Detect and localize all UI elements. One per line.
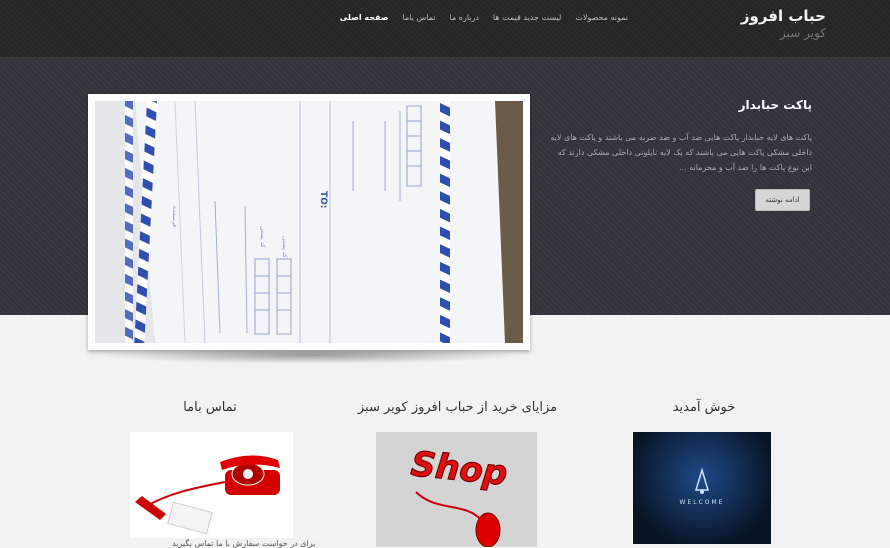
nav-item-price-list[interactable]: لیست جدید قیمت ها bbox=[493, 13, 561, 22]
main-nav: صفحه اصلی تماس باما درباره ما لیست جدید … bbox=[340, 13, 628, 22]
envelope-zip-label-1: کد پستی bbox=[259, 226, 266, 248]
nav-item-home[interactable]: صفحه اصلی bbox=[340, 13, 389, 22]
envelope-sender-label: فرستنده bbox=[171, 206, 178, 227]
shop-illustration: Shop bbox=[409, 444, 510, 547]
hero-body: پاکت های لایه حبابدار پاکت هایی ضد آب و … bbox=[550, 133, 812, 172]
site-title[interactable]: حباب افروز bbox=[741, 7, 826, 25]
nav-item-contact[interactable]: تماس باما bbox=[403, 13, 436, 22]
contact-heading: تماس باما bbox=[183, 400, 237, 415]
welcome-image[interactable]: WELCOME bbox=[633, 432, 771, 544]
welcome-heading: خوش آمدید bbox=[672, 400, 736, 415]
site-brand[interactable]: حباب افروز کویر سبز bbox=[741, 7, 826, 40]
welcome-image-text: WELCOME bbox=[680, 499, 725, 506]
contact-image[interactable] bbox=[130, 432, 293, 538]
shop-image[interactable]: Shop bbox=[376, 432, 537, 547]
hero-text: پاکت حبابدار پاکت های لایه حبابدار پاکت … bbox=[550, 98, 812, 175]
envelope-illustration: TO: فرستنده کد پستی کد پستی bbox=[95, 101, 523, 343]
read-more-button[interactable]: ادامه نوشته bbox=[755, 189, 810, 211]
envelope-zip-label-2: کد پستی bbox=[281, 236, 288, 258]
top-navbar: حباب افروز کویر سبز صفحه اصلی تماس باما … bbox=[0, 0, 890, 58]
hero-title[interactable]: پاکت حبابدار bbox=[550, 98, 812, 112]
nav-item-products[interactable]: نمونه محصولات bbox=[575, 13, 628, 22]
nav-item-about[interactable]: درباره ما bbox=[450, 13, 479, 22]
envelope-photo: TO: فرستنده کد پستی کد پستی bbox=[95, 101, 523, 343]
hero-image-frame[interactable]: TO: فرستنده کد پستی کد پستی bbox=[88, 94, 530, 350]
site-subtitle: کویر سبز bbox=[780, 26, 826, 40]
phone-illustration bbox=[135, 455, 280, 535]
envelope-to-label: TO: bbox=[318, 191, 328, 208]
advantages-heading: مزایای خرید از حباب افروز کویر سبز bbox=[357, 400, 558, 415]
welcome-illustration: WELCOME bbox=[680, 467, 725, 506]
shop-image-text: Shop bbox=[409, 444, 509, 494]
